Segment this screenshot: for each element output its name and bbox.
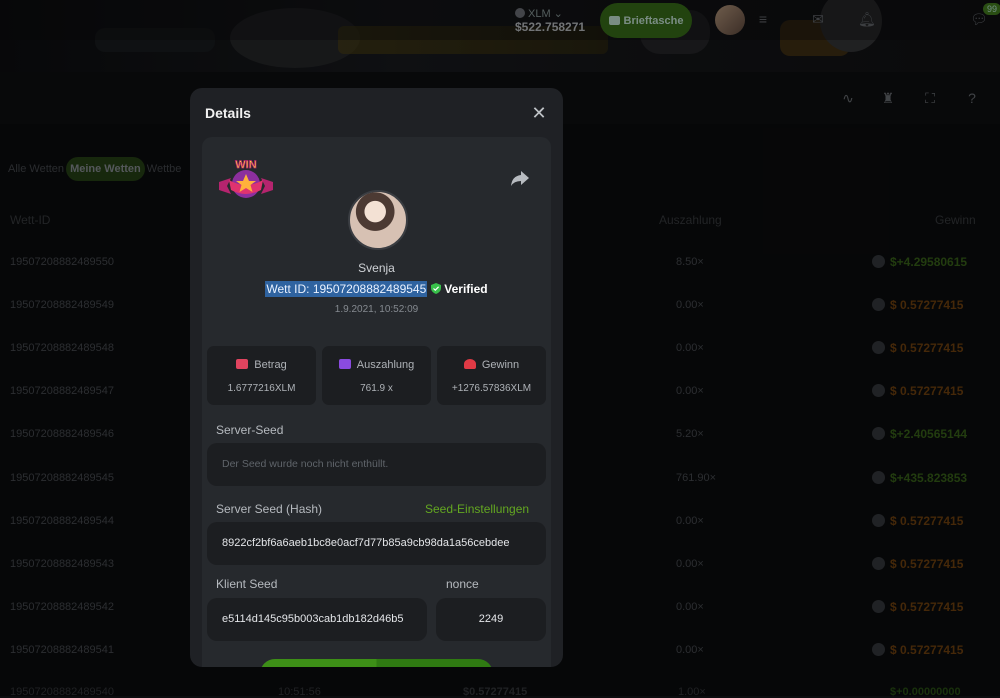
bet-id[interactable]: Wett ID: 19507208882489545 bbox=[265, 281, 428, 297]
server-seed-field: Der Seed wurde noch nicht enthüllt. bbox=[207, 443, 546, 486]
nonce-label: nonce bbox=[446, 577, 479, 591]
bet-datetime: 1.9.2021, 10:52:09 bbox=[334, 304, 419, 315]
player-name: Svenja bbox=[358, 261, 395, 275]
win-icon bbox=[463, 359, 476, 369]
verified-shield-icon bbox=[431, 283, 442, 294]
player-avatar bbox=[348, 190, 408, 250]
stat-payout-value: 761.9 x bbox=[360, 383, 393, 394]
share-icon[interactable] bbox=[510, 169, 530, 187]
svg-text:WIN: WIN bbox=[235, 159, 256, 171]
verified-badge: Verified bbox=[431, 282, 488, 296]
server-seed-hash-label: Server Seed (Hash) bbox=[216, 502, 323, 516]
server-seed-label: Server-Seed bbox=[216, 423, 284, 437]
stat-payout: Auszahlung 761.9 x bbox=[322, 346, 431, 405]
bet-details-modal: Details ✕ WIN Svenja Wett ID: 1950720888… bbox=[190, 88, 563, 667]
stat-payout-label: Auszahlung bbox=[356, 359, 415, 371]
nonce-field[interactable]: 2249 bbox=[436, 598, 546, 641]
modal-title: Details bbox=[205, 105, 251, 121]
stat-amount: Betrag 1.6777216XLM bbox=[207, 346, 316, 405]
bet-id-line: Wett ID: 19507208882489545 Verified bbox=[190, 281, 563, 297]
server-seed-hash-field[interactable]: 8922cf2bf6a6aeb1bc8e0acf7d77b85a9cb98da1… bbox=[207, 522, 546, 565]
seed-settings-link[interactable]: Seed-Einstellungen bbox=[425, 502, 529, 516]
stat-amount-value: 1.6777216XLM bbox=[227, 383, 296, 394]
client-seed-field[interactable]: e5114d145c95b003cab1db182d46b5 bbox=[207, 598, 427, 641]
close-icon[interactable]: ✕ bbox=[530, 104, 548, 122]
amount-icon bbox=[236, 359, 249, 369]
client-seed-label: Klient Seed bbox=[216, 577, 278, 591]
stat-win-value: +1276.57836XLM bbox=[451, 383, 532, 394]
stat-win-label: Gewinn bbox=[481, 359, 520, 371]
verify-button[interactable] bbox=[260, 659, 493, 667]
stat-win: Gewinn +1276.57836XLM bbox=[437, 346, 546, 405]
stat-amount-label: Betrag bbox=[254, 359, 287, 371]
verified-label: Verified bbox=[444, 282, 488, 296]
win-badge-icon: WIN bbox=[219, 159, 273, 198]
payout-icon bbox=[338, 359, 351, 369]
